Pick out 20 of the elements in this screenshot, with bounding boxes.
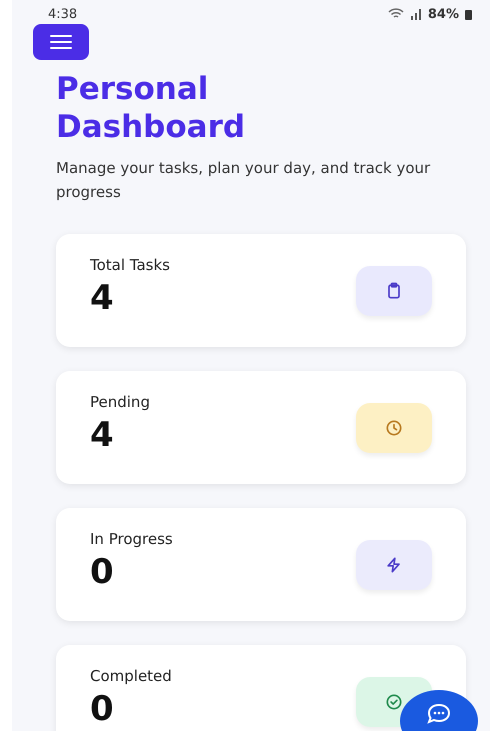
status-time: 4:38 xyxy=(48,6,78,22)
wifi-icon xyxy=(388,8,404,20)
battery-icon xyxy=(465,8,472,20)
check-circle-icon xyxy=(384,692,404,712)
menu-button[interactable] xyxy=(33,24,89,60)
page-subtitle: Manage your tasks, plan your day, and track your progress xyxy=(56,158,432,203)
clock-icon xyxy=(384,418,404,438)
stat-label: Total Tasks xyxy=(90,256,170,274)
stat-value: 0 xyxy=(90,552,115,592)
stat-value: 4 xyxy=(90,278,115,318)
menu-icon xyxy=(50,34,72,50)
stat-label: Pending xyxy=(90,393,150,411)
stat-label: In Progress xyxy=(90,530,173,548)
page-title: Personal Dashboard xyxy=(56,70,246,146)
signal-icon xyxy=(410,8,422,20)
stat-label: Completed xyxy=(90,667,172,685)
stat-value: 0 xyxy=(90,689,115,729)
stat-value: 4 xyxy=(90,415,115,455)
chat-icon xyxy=(426,702,452,726)
battery-percent: 84% xyxy=(428,6,459,22)
